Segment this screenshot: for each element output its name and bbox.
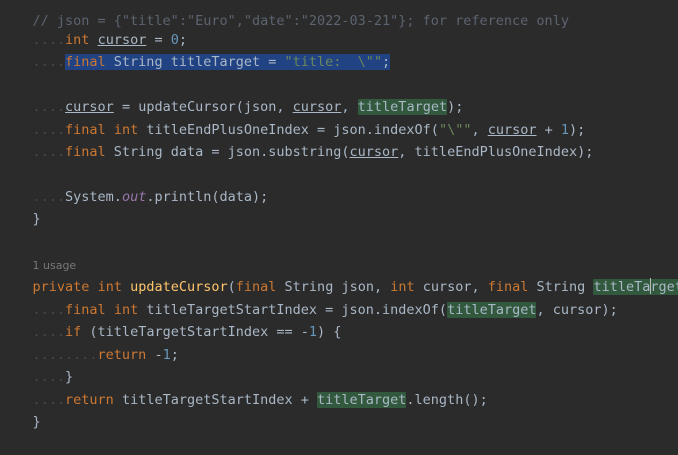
code-line-close-brace[interactable]: } xyxy=(0,186,678,227)
code-line-title-target[interactable]: ....final String titleTarget = "title: \… xyxy=(0,29,678,70)
usage-hint[interactable]: 1 usage xyxy=(0,232,678,272)
code-line-println[interactable]: ....System.out.println(data); xyxy=(0,164,678,205)
code-editor[interactable]: // json = {"title":"Euro","date":"2022-0… xyxy=(0,0,678,430)
code-line-start-index[interactable]: ....final int titleTargetStartIndex = js… xyxy=(0,277,678,318)
string-literal: "title: \"" xyxy=(284,54,383,70)
code-line-title-end-index[interactable]: ....final int titleEndPlusOneIndex = jso… xyxy=(0,97,678,138)
declaration-text: String data = json.substring( xyxy=(105,144,350,160)
code-line-if-close[interactable]: ....} xyxy=(0,344,678,385)
code-line-return-negative[interactable]: ........return -1; xyxy=(0,322,678,363)
closing-brace: } xyxy=(32,414,41,430)
code-line-return-sum[interactable]: ....return titleTargetStartIndex + title… xyxy=(0,367,678,408)
variable-cursor: cursor xyxy=(349,144,399,160)
call-end: , titleEndPlusOneIndex); xyxy=(398,144,594,160)
semicolon: ; xyxy=(382,54,391,70)
declaration-text: String titleTarget = xyxy=(105,54,285,70)
code-line-if[interactable]: ....if (titleTargetStartIndex == -1) { xyxy=(0,299,678,340)
keyword-final: final xyxy=(65,144,106,160)
indent-guide: .... xyxy=(32,144,66,160)
selected-code: final String titleTarget = "title: \""; xyxy=(65,54,391,70)
code-line-data-substring[interactable]: ....final String data = json.substring(c… xyxy=(0,119,678,160)
keyword-final: final xyxy=(65,54,106,70)
indent-guide: .... xyxy=(32,54,66,70)
code-line-cursor-decl[interactable]: ....int cursor = 0; xyxy=(0,7,678,48)
code-line-update-cursor-call[interactable]: ....cursor = updateCursor(json, cursor, … xyxy=(0,74,678,115)
code-line-method-close[interactable]: } xyxy=(0,389,678,430)
code-line-method-signature[interactable]: private int updateCursor(final String js… xyxy=(0,254,678,295)
closing-brace: } xyxy=(32,211,41,227)
